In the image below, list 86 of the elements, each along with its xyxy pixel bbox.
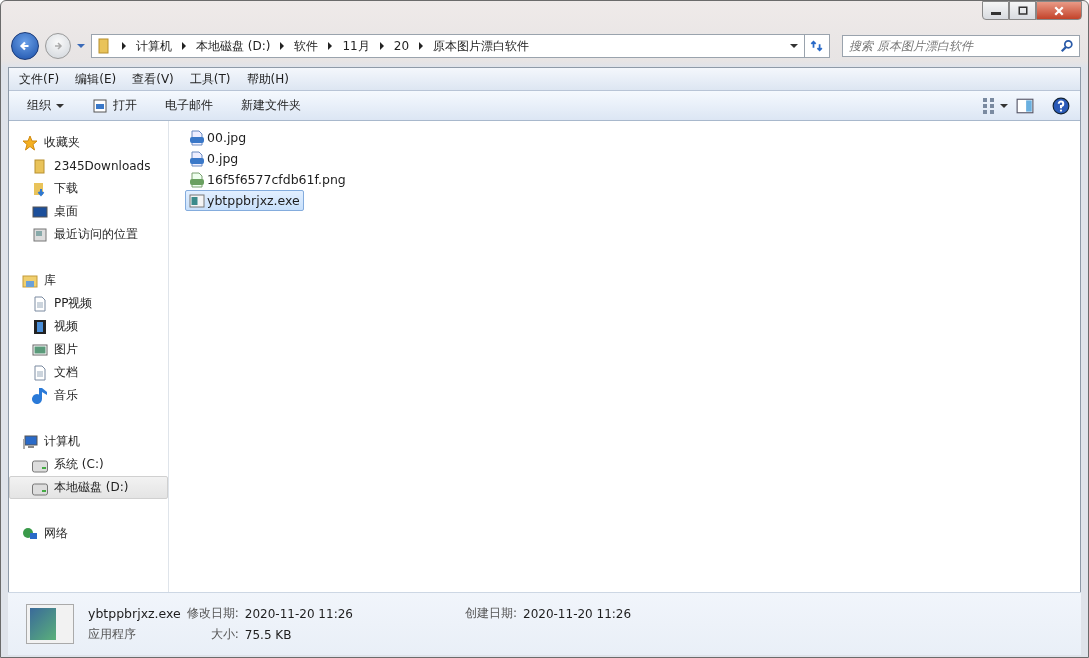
file-item[interactable]: 00.jpg [185,127,251,148]
maximize-icon [1016,4,1029,17]
chevron-icon[interactable] [182,42,186,50]
menu-item[interactable]: 帮助(H) [240,68,295,90]
computer-icon [22,433,38,450]
nav-item[interactable]: 最近访问的位置 [9,223,168,246]
toolbar-button[interactable]: 新建文件夹 [233,94,309,117]
document-icon [32,364,48,381]
open-button[interactable]: 打开 [84,94,145,117]
menu-item[interactable]: 查看(V) [126,68,180,90]
network-icon [22,525,38,542]
nav-item[interactable]: 图片 [9,338,168,361]
file-item[interactable]: 0.jpg [185,148,243,169]
preview-pane-icon [1016,96,1034,115]
menu-item[interactable]: 文件(F) [13,68,66,90]
view-grid-icon [983,97,994,114]
document-icon [32,295,48,312]
refresh-arrows-icon [810,39,824,53]
menu-item[interactable]: 工具(T) [183,68,237,90]
history-dropdown-caret-icon[interactable] [77,44,85,48]
png-file-icon [189,171,205,188]
nav-item[interactable]: 下载 [9,177,168,200]
refresh-button[interactable] [805,34,830,58]
help-icon [1052,96,1070,115]
folder-icon [32,157,48,174]
nav-item[interactable]: 文档 [9,361,168,384]
search-field[interactable]: 搜索 原本图片漂白软件 [842,35,1080,57]
recent-places-icon [32,226,48,243]
breadcrumb-item[interactable]: 11月 [342,37,370,55]
breadcrumb-item[interactable]: 20 [393,39,410,53]
nav-item[interactable]: PP视频 [9,292,168,315]
file-name: ybtppbrjxz.exe [88,606,181,621]
breadcrumb-item[interactable]: 软件 [294,37,319,55]
music-note-icon [32,387,48,404]
film-icon [32,318,48,335]
breadcrumb-item[interactable]: 本地磁盘 (D:) [196,37,271,55]
address-bar[interactable]: 计算机 本地磁盘 (D:) 软件 11月 20 原本图片漂白软件 [91,34,805,58]
nav-group-header[interactable]: 计算机 [9,430,168,453]
breadcrumb-item[interactable]: 计算机 [136,37,172,55]
jpg-file-icon [189,150,205,167]
field-label: 修改日期: [186,605,239,622]
chevron-icon[interactable] [122,42,126,50]
nav-item[interactable]: 本地磁盘 (D:) [9,476,168,499]
application-thumbnail-icon [26,604,74,644]
breadcrumb-item[interactable]: 原本图片漂白软件 [433,37,530,55]
application-window-icon [189,192,205,209]
field-value: 75.5 KB [244,627,293,642]
maximize-button[interactable] [1009,1,1036,20]
nav-item[interactable]: 系统 (C:) [9,453,168,476]
chevron-icon[interactable] [280,42,285,50]
chevron-icon[interactable] [328,42,333,50]
field-value: 2020-11-20 11:26 [523,606,632,621]
close-icon [1053,4,1065,17]
nav-item[interactable]: 音乐 [9,384,168,407]
chevron-icon[interactable] [419,42,424,50]
field-label: 创建日期: [464,605,517,622]
chevron-icon[interactable] [379,42,384,50]
nav-item[interactable]: 桌面 [9,200,168,223]
nav-item[interactable]: 2345Downloads [9,154,168,177]
minimize-button[interactable] [982,1,1009,20]
jpg-file-icon [189,129,205,146]
menu-item[interactable]: 编辑(E) [69,68,123,90]
right-arrow-icon [52,40,64,52]
nav-group-header[interactable]: 收藏夹 [9,131,168,154]
desktop-icon [32,203,48,220]
window-icon [92,97,108,114]
file-item[interactable]: ybtppbrjxz.exe [185,190,304,211]
minimize-icon [990,12,1001,15]
field-label: 大小: [209,626,239,643]
file-item[interactable]: 16f5f6577cfdb61f.png [185,169,350,190]
nav-group-header[interactable]: 库 [9,269,168,292]
file-type: 应用程序 [88,626,137,643]
field-value: 2020-11-20 11:26 [244,606,353,621]
back-button[interactable] [11,32,39,60]
library-folder-icon [22,272,38,289]
nav-item[interactable]: 视频 [9,315,168,338]
nav-group-header[interactable]: 网络 [9,522,168,545]
close-button[interactable] [1036,1,1082,20]
left-arrow-icon [18,39,32,53]
folder-icon [96,38,112,54]
toolbar-button[interactable]: 电子邮件 [157,94,221,117]
organize-button[interactable]: 组织 [19,94,72,117]
picture-icon [32,341,48,358]
caret-icon[interactable] [790,44,798,48]
star-icon [22,134,38,151]
search-icon [1060,39,1074,53]
